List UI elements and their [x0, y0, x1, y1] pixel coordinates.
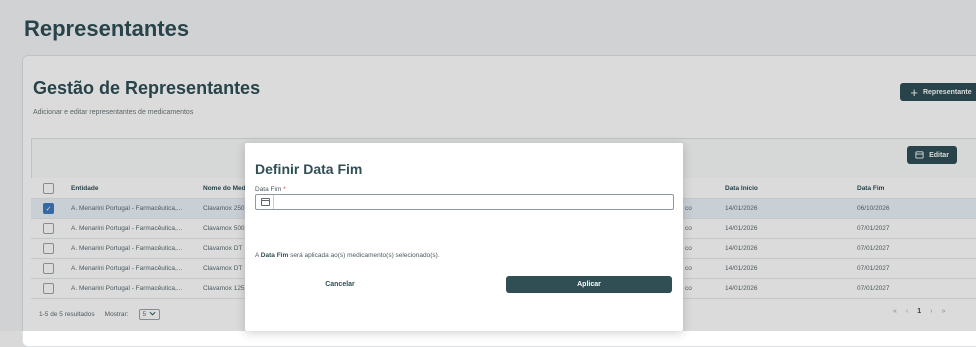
end-date-label: Data Fim * [255, 186, 286, 193]
field-separator [273, 195, 274, 209]
apply-button[interactable]: Aplicar [506, 276, 672, 293]
info-bold: Data Fim [260, 252, 289, 259]
set-end-date-dialog: Definir Data Fim Data Fim * A Data Fim s… [245, 143, 683, 331]
dialog-info-text: A Data Fim será aplicada ao(s) medicamen… [255, 252, 440, 259]
dialog-title: Definir Data Fim [255, 161, 363, 177]
info-prefix: A [255, 252, 259, 259]
cancel-button[interactable]: Cancelar [255, 276, 425, 293]
end-date-input[interactable] [276, 196, 672, 208]
end-date-field[interactable] [255, 194, 674, 210]
end-date-label-text: Data Fim [255, 186, 282, 193]
info-suffix: será aplicada ao(s) medicamento(s) selec… [290, 252, 440, 259]
required-mark: * [283, 186, 286, 193]
calendar-icon[interactable] [261, 198, 270, 206]
